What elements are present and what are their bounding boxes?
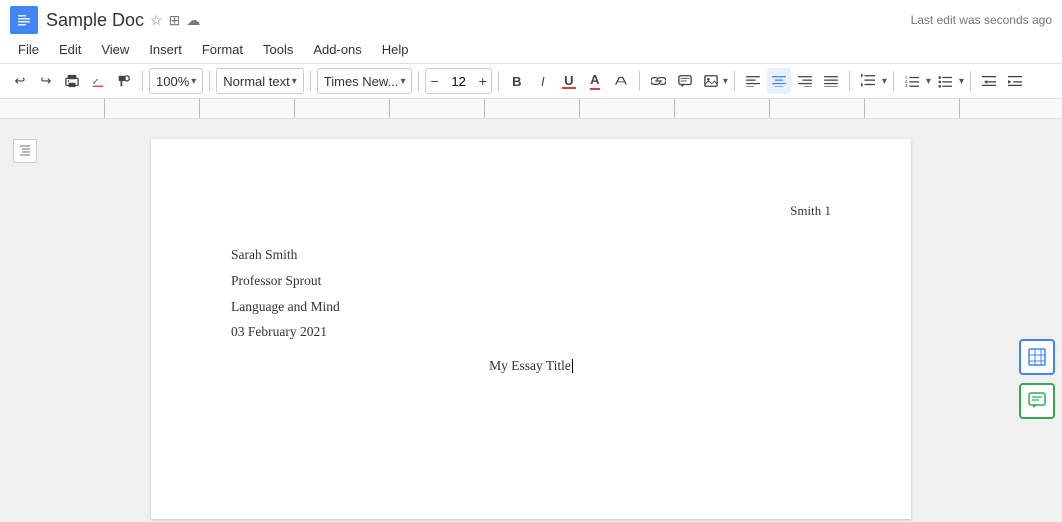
- font-decrease-button[interactable]: −: [426, 69, 442, 93]
- font-size-input[interactable]: [444, 74, 474, 89]
- svg-text:3.: 3.: [905, 83, 909, 88]
- bullet-list-chevron[interactable]: ▾: [959, 76, 964, 87]
- line-spacing-chevron[interactable]: ▾: [882, 76, 887, 87]
- menu-view[interactable]: View: [93, 38, 137, 61]
- add-comment-button[interactable]: [1019, 383, 1055, 419]
- separator-5: [498, 71, 499, 91]
- page-area: Smith 1 Sarah Smith Professor Sprout Lan…: [50, 119, 1012, 521]
- italic-button[interactable]: I: [531, 68, 555, 94]
- underline-button[interactable]: U: [557, 68, 581, 94]
- underline-icon: U: [562, 74, 576, 89]
- image-button[interactable]: [699, 68, 723, 94]
- menu-insert[interactable]: Insert: [141, 38, 190, 61]
- align-center-button[interactable]: [767, 68, 791, 94]
- align-right-button[interactable]: [793, 68, 817, 94]
- separator-3: [310, 71, 311, 91]
- numbered-list-button[interactable]: 1.2.3.: [900, 68, 924, 94]
- menu-addons[interactable]: Add-ons: [305, 38, 369, 61]
- professor-name: Professor Sprout: [231, 268, 831, 294]
- zoom-chevron: ▾: [191, 76, 196, 87]
- course-name: Language and Mind: [231, 294, 831, 320]
- header-text: Smith 1: [790, 203, 831, 218]
- font-size-area: − +: [425, 68, 491, 94]
- line-spacing-button[interactable]: [856, 68, 880, 94]
- document-page: Smith 1 Sarah Smith Professor Sprout Lan…: [151, 139, 911, 519]
- separator-4: [418, 71, 419, 91]
- menu-format[interactable]: Format: [194, 38, 251, 61]
- last-edit: Last edit was seconds ago: [911, 13, 1052, 27]
- essay-title: My Essay Title: [231, 353, 831, 379]
- text-cursor: [572, 359, 573, 373]
- date: 03 February 2021: [231, 319, 831, 345]
- menu-bar: File Edit View Insert Format Tools Add-o…: [0, 36, 1062, 64]
- page-header: Smith 1: [231, 199, 831, 222]
- toolbar: ↩ ↪ ✓ 100% ▾ Normal text ▾ Times New... …: [0, 64, 1062, 99]
- add-table-button[interactable]: [1019, 339, 1055, 375]
- font-increase-button[interactable]: +: [475, 69, 491, 93]
- doc-title: Sample Doc: [46, 10, 144, 31]
- menu-edit[interactable]: Edit: [51, 38, 89, 61]
- separator-10: [970, 71, 971, 91]
- svg-text:✓: ✓: [92, 77, 99, 87]
- separator-6: [639, 71, 640, 91]
- spellcheck-button[interactable]: ✓: [86, 68, 110, 94]
- ruler: [0, 99, 1062, 119]
- right-sidebar: [1012, 119, 1062, 521]
- separator-8: [849, 71, 850, 91]
- image-dropdown-icon[interactable]: ▾: [723, 76, 728, 87]
- link-button[interactable]: [646, 68, 671, 94]
- zoom-dropdown[interactable]: 100% ▾: [149, 68, 203, 94]
- title-bar: Sample Doc ☆ ⊞ ☁ Last edit was seconds a…: [0, 0, 1062, 36]
- redo-button[interactable]: ↪: [34, 68, 58, 94]
- folder-icon[interactable]: ⊞: [169, 12, 181, 29]
- bullet-list-button[interactable]: [933, 68, 957, 94]
- separator-2: [209, 71, 210, 91]
- comment-button[interactable]: [673, 68, 697, 94]
- font-value: Times New...: [324, 74, 399, 89]
- author-name: Sarah Smith: [231, 242, 831, 268]
- print-button[interactable]: [60, 68, 84, 94]
- page-content[interactable]: Sarah Smith Professor Sprout Language an…: [231, 242, 831, 378]
- paint-format-button[interactable]: [112, 68, 136, 94]
- align-left-button[interactable]: [741, 68, 765, 94]
- highlight-button[interactable]: [609, 68, 633, 94]
- separator-7: [734, 71, 735, 91]
- font-chevron: ▾: [400, 76, 405, 87]
- style-dropdown[interactable]: Normal text ▾: [216, 68, 304, 94]
- style-value: Normal text: [223, 74, 289, 89]
- indent-increase-button[interactable]: [1003, 68, 1027, 94]
- undo-button[interactable]: ↩: [8, 68, 32, 94]
- separator-1: [142, 71, 143, 91]
- title-area: Sample Doc ☆ ⊞ ☁: [46, 10, 903, 31]
- font-dropdown[interactable]: Times New... ▾: [317, 68, 413, 94]
- menu-help[interactable]: Help: [374, 38, 417, 61]
- bold-button[interactable]: B: [505, 68, 529, 94]
- numbered-list-chevron[interactable]: ▾: [926, 76, 931, 87]
- cloud-icon[interactable]: ☁: [186, 12, 200, 29]
- main-area: Smith 1 Sarah Smith Professor Sprout Lan…: [0, 119, 1062, 521]
- zoom-value: 100%: [156, 74, 189, 89]
- doc-icon: [10, 6, 38, 34]
- align-justify-button[interactable]: [819, 68, 843, 94]
- menu-file[interactable]: File: [10, 38, 47, 61]
- outline-icon[interactable]: [13, 139, 37, 163]
- separator-9: [893, 71, 894, 91]
- ruler-inner: [10, 99, 1052, 118]
- text-color-icon: A: [590, 72, 599, 90]
- menu-tools[interactable]: Tools: [255, 38, 301, 61]
- text-color-button[interactable]: A: [583, 68, 607, 94]
- star-icon[interactable]: ☆: [150, 12, 163, 29]
- indent-decrease-button[interactable]: [977, 68, 1001, 94]
- style-chevron: ▾: [292, 76, 297, 87]
- left-sidebar: [0, 119, 50, 521]
